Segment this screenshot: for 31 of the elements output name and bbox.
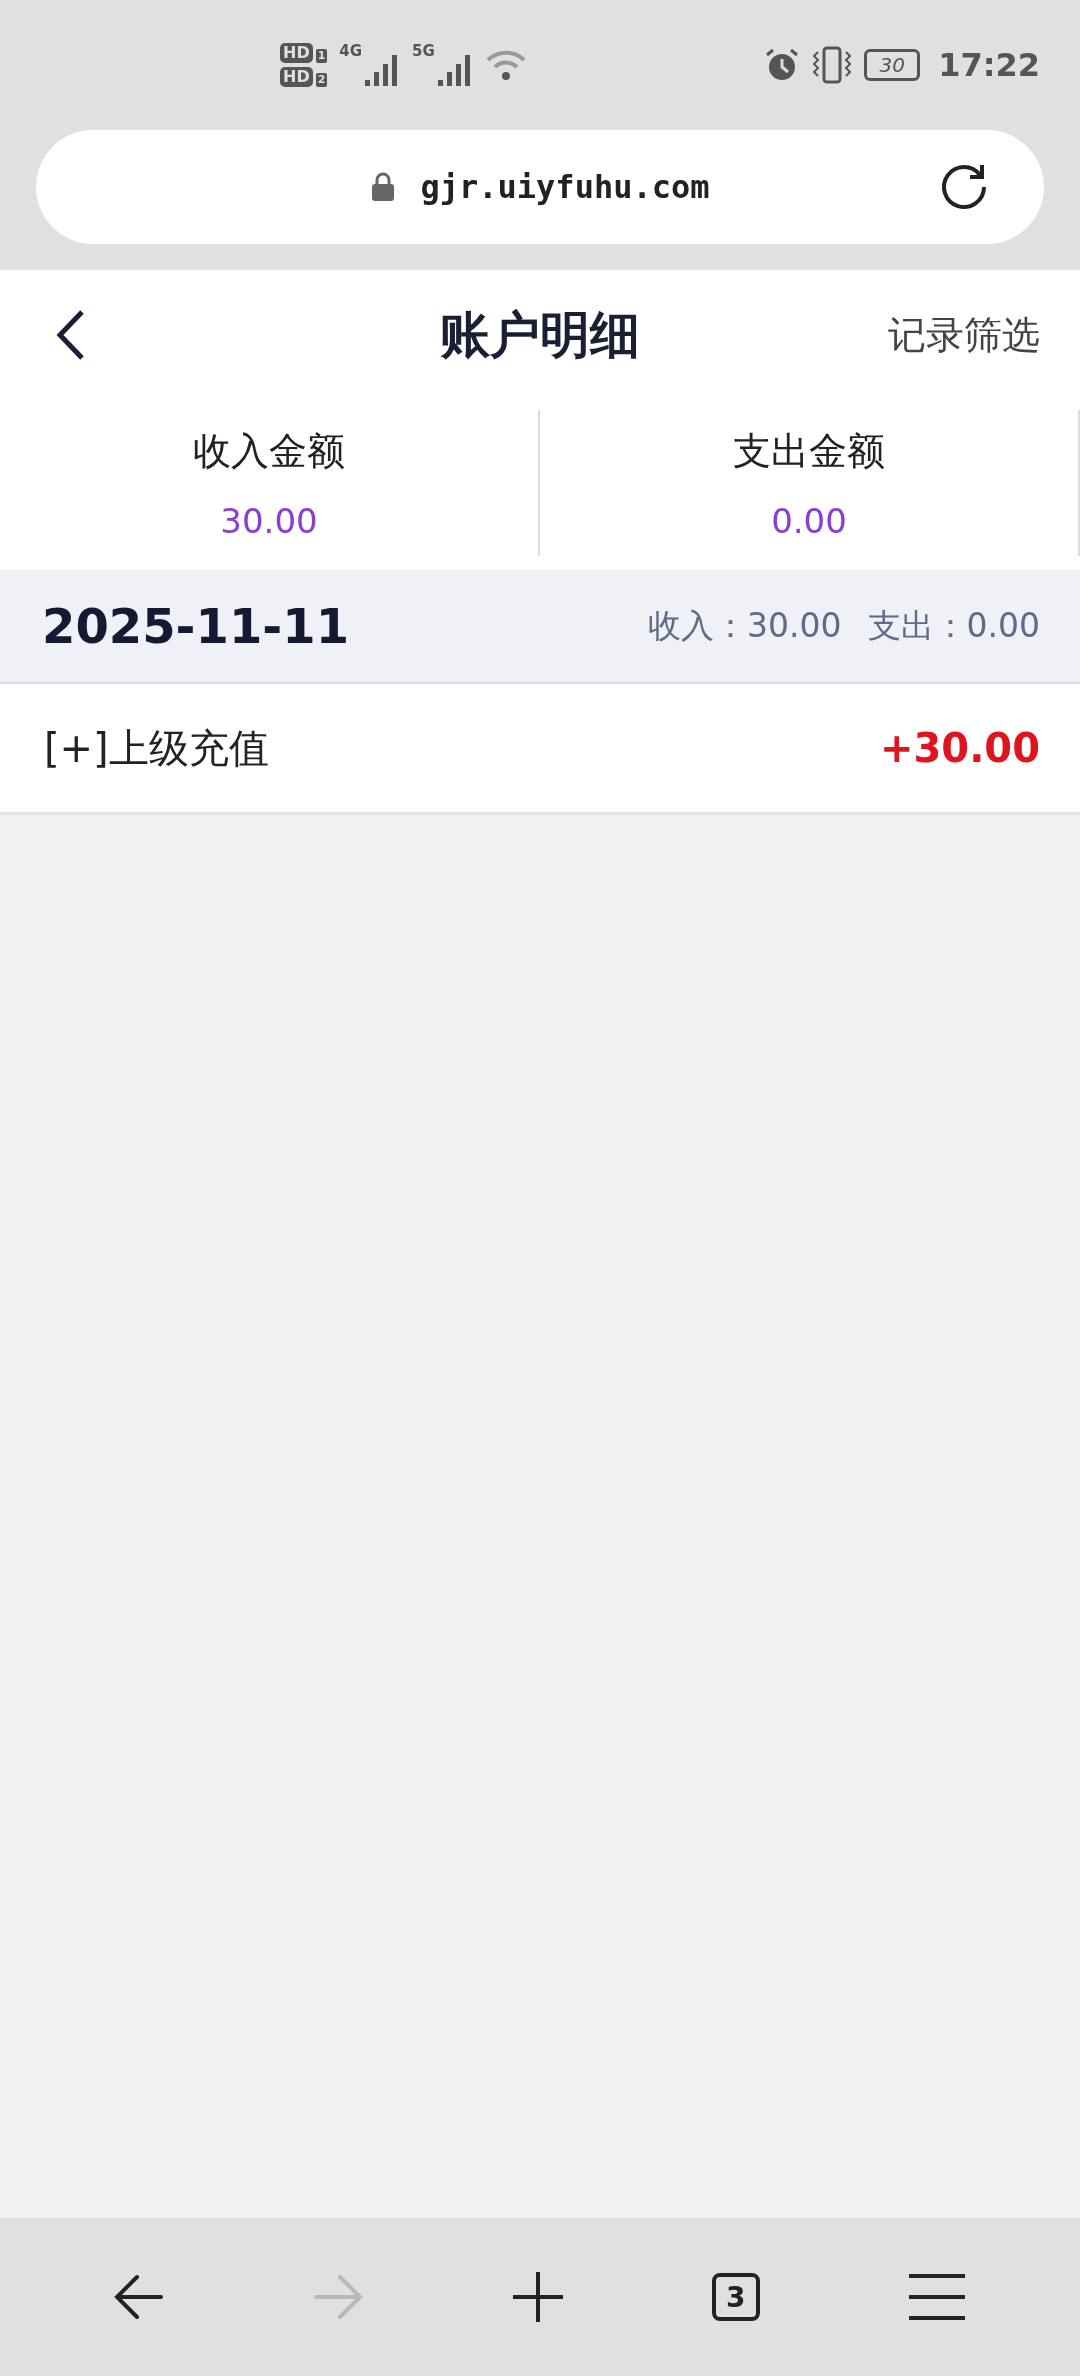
url-text: gjr.uiyfuhu.com (420, 168, 710, 206)
back-arrow-icon[interactable] (113, 2273, 166, 2321)
signal-icon (436, 52, 473, 88)
sim-label: HD (280, 43, 313, 63)
clock-time: 17:22 (938, 46, 1040, 84)
address-bar[interactable]: gjr.uiyfuhu.com (36, 130, 1044, 244)
network-label: 5G (412, 42, 435, 60)
sim-slot: 1 (315, 49, 328, 63)
lock-icon (370, 172, 395, 202)
record-row[interactable]: [+]上级充值 +30.00 (0, 684, 1080, 815)
sim-label: HD (280, 67, 313, 87)
page-title: 账户明细 (440, 304, 640, 366)
summary-label: 收入金额 (193, 427, 345, 475)
record-amount: +30.00 (879, 725, 1040, 771)
summary-value: 0.00 (771, 500, 847, 541)
summary-value: 30.00 (220, 500, 318, 541)
vibrate-icon (812, 46, 853, 84)
alarm-icon (764, 47, 801, 83)
plus-icon[interactable] (511, 2270, 565, 2324)
record-title: [+]上级充值 (44, 723, 269, 773)
network-label: 4G (339, 42, 363, 60)
expense-total: 支出：0.00 (867, 604, 1040, 647)
sim-slot: 2 (315, 73, 328, 87)
menu-icon[interactable] (906, 2272, 967, 2322)
battery-percent: 30 (879, 53, 905, 77)
wifi-icon (484, 48, 527, 82)
date-text: 2025-11-11 (42, 598, 350, 654)
filter-link[interactable]: 记录筛选 (888, 309, 1040, 361)
income-total: 收入：30.00 (648, 604, 842, 647)
tabs-button[interactable]: 3 (711, 2273, 760, 2321)
summary-label: 支出金额 (733, 427, 885, 475)
